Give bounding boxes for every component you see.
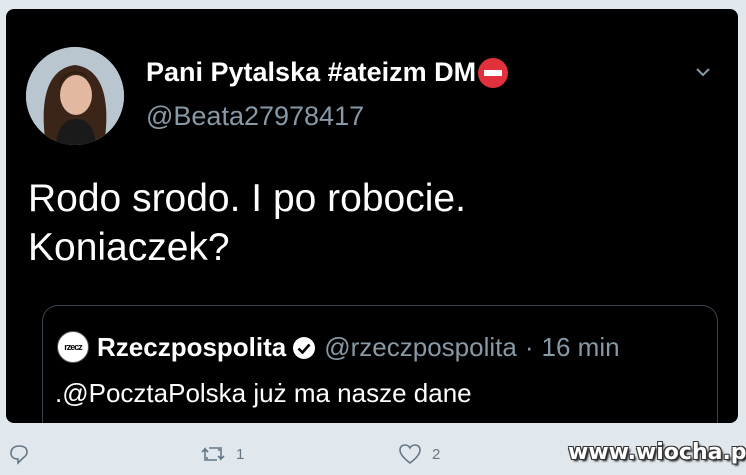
retweet-count: 1: [236, 445, 245, 463]
quote-text: .@PocztaPolska już ma nasze dane: [55, 378, 472, 408]
retweet-button[interactable]: 1: [200, 436, 244, 472]
like-button[interactable]: 2: [398, 436, 440, 472]
user-handle[interactable]: @Beata27978417: [146, 101, 364, 132]
quote-header: Rzeczpospolita @rzeczpospolita · 16 min: [97, 332, 620, 363]
heart-icon: [399, 444, 421, 465]
tweet-text: Rodo srodo. I po robocie. Koniaczek?: [28, 174, 466, 272]
tweet-card[interactable]: Pani Pytalska #ateizm DM @Beata27978417 …: [6, 9, 738, 423]
verified-badge-icon: [293, 336, 316, 359]
like-count: 2: [432, 445, 441, 463]
user-avatar[interactable]: [26, 47, 124, 145]
watermark: www.wiocha.pl: [568, 440, 746, 465]
retweet-icon: [201, 447, 225, 461]
no-entry-icon: [478, 57, 509, 88]
reply-icon: [10, 445, 28, 465]
quote-separator: ·: [524, 332, 534, 362]
display-name-text[interactable]: Pani Pytalska #ateizm DM: [146, 57, 476, 88]
tweet-text-line-1: Rodo srodo. I po robocie.: [28, 177, 466, 220]
display-name[interactable]: Pani Pytalska #ateizm DM: [146, 57, 509, 88]
tweet-text-line-2: Koniaczek?: [28, 226, 230, 269]
quote-avatar[interactable]: rzecz: [57, 331, 89, 363]
quoted-tweet[interactable]: rzecz Rzeczpospolita @rzeczpospolita · 1…: [42, 305, 718, 423]
reply-button[interactable]: [8, 436, 30, 472]
quote-avatar-text: rzecz: [64, 342, 82, 352]
quote-timestamp[interactable]: 16 min: [542, 332, 620, 363]
chevron-down-icon[interactable]: [694, 63, 712, 81]
quote-name[interactable]: Rzeczpospolita: [97, 332, 286, 363]
quote-handle[interactable]: @rzeczpospolita: [324, 332, 517, 363]
